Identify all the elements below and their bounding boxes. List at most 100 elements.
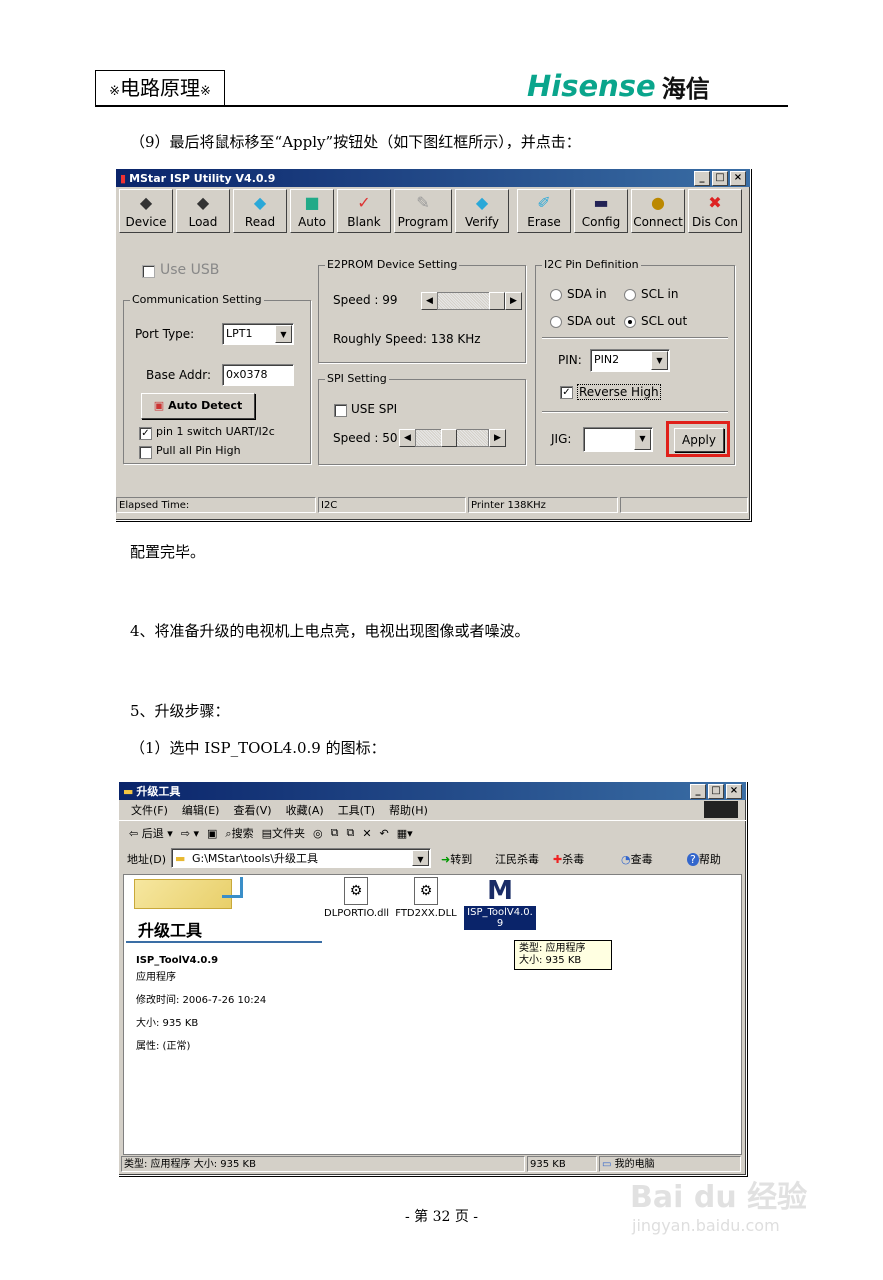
close-button[interactable]: × bbox=[730, 171, 746, 186]
file-item[interactable]: ⚙ DLPORTIO.dll bbox=[324, 877, 389, 919]
back-button[interactable]: ⇦ 后退 ▾ bbox=[129, 825, 173, 841]
status-elapsed: Elapsed Time: bbox=[116, 497, 316, 513]
isp-utility-window: ▮ MStar ISP Utility V4.0.9 _ □ × ◆ Device… bbox=[115, 168, 751, 521]
jiangmin-button[interactable]: 江民杀毒 bbox=[495, 851, 539, 867]
menu-tools[interactable]: 工具(T) bbox=[338, 802, 375, 818]
pull-all-checkbox[interactable] bbox=[139, 446, 152, 459]
toolbar-verify-button[interactable]: ◆ Verify bbox=[455, 189, 509, 233]
minimize-button[interactable]: _ bbox=[690, 784, 706, 799]
menu-favorites[interactable]: 收藏(A) bbox=[286, 802, 324, 818]
folder-banner: 升级工具 bbox=[126, 877, 322, 943]
move-icon[interactable]: ⧉ bbox=[331, 826, 339, 840]
paragraph-step1: （1）选中 ISP_TOOL4.0.9 的图标： bbox=[130, 739, 386, 757]
chevron-down-icon: ▼ bbox=[412, 850, 429, 866]
selected-type: 应用程序 bbox=[136, 972, 176, 983]
isp-toolbar: ◆ Device ◆ Load ◆ Read ■ Auto ✓ Blank ✎ Progra… bbox=[116, 187, 750, 239]
use-usb-checkbox[interactable] bbox=[142, 265, 155, 278]
status-left: 类型: 应用程序 大小: 935 KB bbox=[121, 1156, 525, 1172]
spi-speed-left-arrow[interactable]: ◀ bbox=[399, 429, 416, 447]
baidu-watermark-url: jingyan.baidu.com bbox=[632, 1216, 780, 1235]
toolbar-read-button[interactable]: ◆ Read bbox=[233, 189, 287, 233]
auto-detect-button[interactable]: ▣ Auto Detect bbox=[141, 393, 255, 419]
speed-slider-thumb[interactable] bbox=[489, 292, 505, 310]
go-button[interactable]: ➜转到 bbox=[441, 851, 472, 867]
toolbar-blank-button[interactable]: ✓ Blank bbox=[337, 189, 391, 233]
baidu-watermark: Bai du 经验 bbox=[630, 1180, 808, 1215]
scl-in-radio[interactable] bbox=[624, 289, 636, 301]
speed-left-arrow[interactable]: ◀ bbox=[421, 292, 438, 310]
file-tooltip: 类型: 应用程序 大小: 935 KB bbox=[514, 940, 612, 970]
spi-speed-slider-thumb[interactable] bbox=[441, 429, 457, 447]
scan-button[interactable]: ◔查毒 bbox=[621, 851, 653, 867]
auto-icon: ■ bbox=[304, 193, 320, 212]
toolbar-connect-button[interactable]: ● Connect bbox=[631, 189, 685, 233]
views-icon[interactable]: ▦▾ bbox=[397, 827, 413, 840]
maximize-button[interactable]: □ bbox=[712, 171, 728, 186]
chevron-down-icon: ▼ bbox=[634, 429, 651, 450]
menu-file[interactable]: 文件(F) bbox=[131, 802, 168, 818]
isp-client-area: Use USB Communication Setting Port Type:… bbox=[116, 239, 750, 489]
scl-out-radio[interactable] bbox=[624, 316, 636, 328]
base-addr-input[interactable]: 0x0378 bbox=[222, 364, 294, 386]
menu-view[interactable]: 查看(V) bbox=[233, 802, 271, 818]
spi-speed-right-arrow[interactable]: ▶ bbox=[489, 429, 506, 447]
sda-in-radio[interactable] bbox=[550, 289, 562, 301]
copy-icon[interactable]: ⧉ bbox=[346, 826, 354, 840]
apply-button[interactable]: Apply bbox=[674, 428, 724, 452]
toolbar-auto-button[interactable]: ■ Auto bbox=[290, 189, 334, 233]
blank-icon: ✓ bbox=[357, 193, 371, 212]
paragraph-step5: 5、升级步骤： bbox=[130, 702, 230, 720]
up-folder-icon[interactable]: ▣ bbox=[207, 827, 217, 840]
file-item-selected[interactable]: M ISP_ToolV4.0.9 bbox=[464, 877, 536, 930]
search-button[interactable]: ⌕搜索 bbox=[225, 825, 253, 841]
status-extra bbox=[620, 497, 748, 513]
e2prom-group-title: E2PROM Device Setting bbox=[325, 258, 460, 271]
toolbar-config-button[interactable]: ▬ Config bbox=[574, 189, 628, 233]
toolbar-device-button[interactable]: ◆ Device bbox=[119, 189, 173, 233]
paragraph-step9: （9）最后将鼠标移至“Apply”按钮处（如下图红框所示），并点击： bbox=[130, 133, 581, 151]
address-input[interactable]: ▬ G:\MStar\tools\升级工具 ▼ bbox=[171, 848, 431, 868]
isp-window-title: MStar ISP Utility V4.0.9 bbox=[129, 171, 276, 185]
large-folder-icon bbox=[134, 879, 232, 909]
explorer-titlebar: ▬ 升级工具 _ □ × bbox=[119, 782, 746, 800]
minimize-button[interactable]: _ bbox=[694, 171, 710, 186]
undo-icon[interactable]: ↶ bbox=[380, 827, 389, 840]
close-button[interactable]: × bbox=[726, 784, 742, 799]
selected-modified: 修改时间: 2006-7-26 10:24 bbox=[136, 995, 267, 1006]
delete-icon[interactable]: ✕ bbox=[362, 827, 371, 840]
menu-edit[interactable]: 编辑(E) bbox=[182, 802, 220, 818]
mstar-app-icon: M bbox=[487, 876, 513, 906]
status-printer: Printer 138KHz bbox=[468, 497, 618, 513]
explorer-window: ▬ 升级工具 _ □ × 文件(F) 编辑(E) 查看(V) 收藏(A) 工具(… bbox=[118, 781, 747, 1176]
history-icon[interactable]: ◎ bbox=[313, 827, 323, 840]
maximize-button[interactable]: □ bbox=[708, 784, 724, 799]
go-icon: ➜ bbox=[441, 853, 451, 866]
header-rule bbox=[95, 105, 788, 107]
chip-icon: ◆ bbox=[139, 193, 153, 212]
toolbar-load-button[interactable]: ◆ Load bbox=[176, 189, 230, 233]
help-button[interactable]: ? 帮助 bbox=[687, 851, 721, 867]
kill-virus-button[interactable]: ✚杀毒 bbox=[553, 851, 584, 867]
folders-button[interactable]: ▤文件夹 bbox=[262, 825, 305, 841]
menu-help[interactable]: 帮助(H) bbox=[389, 802, 428, 818]
reverse-high-checkbox[interactable]: ✓ bbox=[560, 386, 573, 399]
file-item[interactable]: ⚙ FTD2XX.DLL bbox=[394, 877, 458, 919]
forward-button[interactable]: ⇨ ▾ bbox=[181, 827, 199, 840]
communication-setting-group: Communication Setting Port Type: LPT1 ▼ … bbox=[123, 293, 311, 464]
comm-group-title: Communication Setting bbox=[130, 293, 264, 306]
speed-right-arrow[interactable]: ▶ bbox=[505, 292, 522, 310]
verify-icon: ◆ bbox=[475, 193, 489, 212]
toolbar-erase-button[interactable]: ✐ Erase bbox=[517, 189, 571, 233]
sda-out-radio[interactable] bbox=[550, 316, 562, 328]
header-section-box: ※电路原理※ bbox=[95, 70, 225, 106]
pin-select[interactable]: PIN2 ▼ bbox=[590, 349, 670, 372]
pin1-switch-label: pin 1 switch UART/I2c bbox=[156, 425, 275, 438]
toolbar-discon-button[interactable]: ✖ Dis Con bbox=[688, 189, 742, 233]
use-spi-checkbox[interactable] bbox=[334, 404, 347, 417]
pin1-switch-checkbox[interactable]: ✓ bbox=[139, 427, 152, 440]
config-icon: ▬ bbox=[593, 193, 609, 212]
jig-select[interactable]: ▼ bbox=[583, 427, 653, 452]
read-icon: ◆ bbox=[253, 193, 267, 212]
toolbar-program-button[interactable]: ✎ Program bbox=[394, 189, 452, 233]
port-type-select[interactable]: LPT1 ▼ bbox=[222, 323, 294, 345]
